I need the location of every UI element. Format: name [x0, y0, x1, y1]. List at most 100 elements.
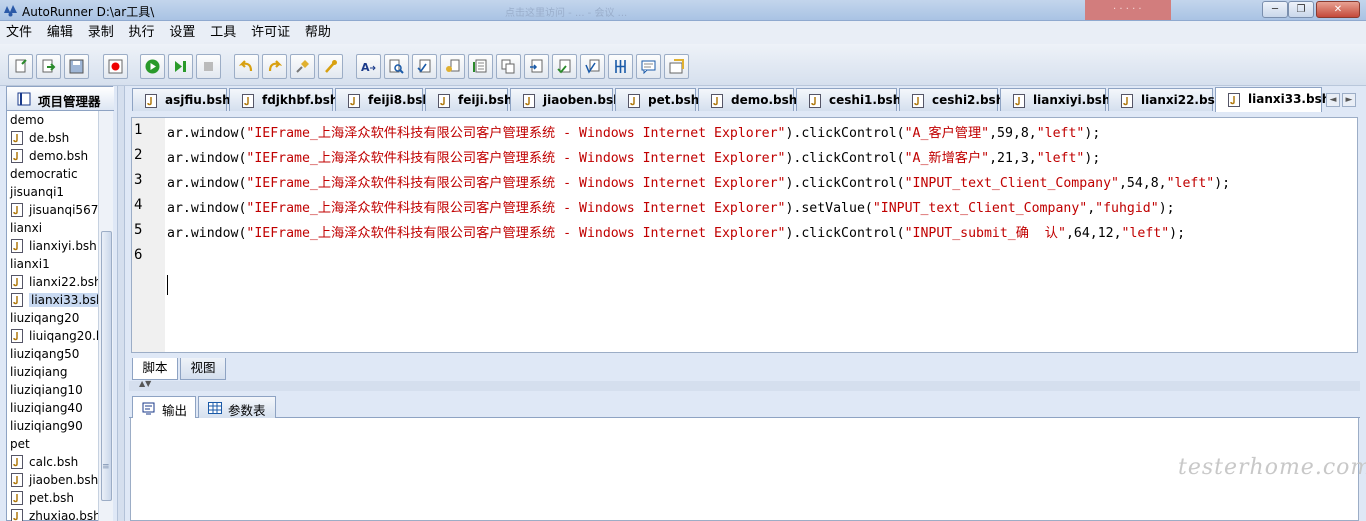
tab-scroll-right-button[interactable]: ►: [1342, 93, 1356, 107]
tree-item-label: pet: [10, 437, 30, 451]
script-file-icon: [348, 94, 360, 108]
validate-icon: [557, 59, 571, 74]
vertical-splitter[interactable]: [117, 86, 125, 521]
tree-file[interactable]: calc.bsh: [7, 453, 98, 471]
file-tab[interactable]: lianxiyi.bsh: [1000, 88, 1111, 111]
output-console[interactable]: [130, 418, 1359, 521]
file-tab[interactable]: jiaoben.bsh: [510, 88, 622, 111]
tree-item-label: liuziqang20: [10, 311, 80, 325]
menu-settings[interactable]: 设置: [163, 21, 200, 44]
redo-button[interactable]: [262, 54, 287, 79]
font-button[interactable]: A: [356, 54, 381, 79]
tree-file[interactable]: de.bsh: [7, 129, 98, 147]
record-button[interactable]: [103, 54, 128, 79]
scroll-grip-icon: ≡: [102, 462, 110, 472]
tree-file[interactable]: demo.bsh: [7, 147, 98, 165]
code-token: ).setValue(: [785, 201, 873, 216]
file-tab[interactable]: fdjkhbf.bsh: [229, 88, 338, 111]
file-tab[interactable]: lianxi22.bsh*: [1108, 88, 1230, 111]
tree-folder[interactable]: liuziqiang90: [7, 417, 98, 435]
tree-file[interactable]: lianxi22.bsh: [7, 273, 98, 291]
tree-folder[interactable]: liuziqang50: [7, 345, 98, 363]
tab-scroll-left-button[interactable]: ◄: [1326, 93, 1340, 107]
menu-run[interactable]: 执行: [123, 21, 160, 44]
pin-button[interactable]: [290, 54, 315, 79]
maximize-button[interactable]: ❐: [1288, 1, 1314, 18]
import-button[interactable]: [36, 54, 61, 79]
comment-button[interactable]: [636, 54, 661, 79]
script-file-icon: [11, 239, 23, 253]
menu-record[interactable]: 录制: [82, 21, 119, 44]
new-file-button[interactable]: [8, 54, 33, 79]
tree-folder[interactable]: liuziqiang10: [7, 381, 98, 399]
tab-view[interactable]: 视图: [180, 358, 226, 380]
stop-button[interactable]: [196, 54, 221, 79]
tree-folder[interactable]: demo: [7, 111, 98, 129]
menu-edit[interactable]: 编辑: [41, 21, 78, 44]
output-tab-label: 输出: [162, 403, 188, 418]
project-manager-tab[interactable]: 项目管理器: [7, 87, 114, 111]
tree-file[interactable]: lianxiyi.bsh: [7, 237, 98, 255]
key-button[interactable]: [440, 54, 465, 79]
menu-tools[interactable]: 工具: [204, 21, 241, 44]
find-button[interactable]: [384, 54, 409, 79]
splitter-arrows-icon[interactable]: ▲▼: [139, 379, 151, 388]
tab-output[interactable]: 输出: [132, 396, 196, 419]
project-tree-scrollbar[interactable]: ≡: [98, 111, 113, 521]
validate-button[interactable]: [552, 54, 577, 79]
list-icon: [473, 59, 487, 73]
file-tab[interactable]: feiji.bsh: [425, 88, 513, 111]
check-button[interactable]: [412, 54, 437, 79]
tree-folder[interactable]: liuziqang20: [7, 309, 98, 327]
close-button[interactable]: ✕: [1316, 1, 1360, 18]
tree-file[interactable]: pet.bsh: [7, 489, 98, 507]
script-file-icon: [912, 94, 924, 108]
save-button[interactable]: [64, 54, 89, 79]
menu-help[interactable]: 帮助: [299, 21, 336, 44]
code-editor[interactable]: 123456 ar.window("IEFrame_上海泽众软件科技有限公司客户…: [131, 117, 1358, 353]
minimize-button[interactable]: ─: [1262, 1, 1288, 18]
run-step-button[interactable]: [168, 54, 193, 79]
undo-button[interactable]: [234, 54, 259, 79]
code-token: ar.window(: [167, 151, 247, 166]
tree-file[interactable]: jisuanqi567.: [7, 201, 98, 219]
code-token: ).clickControl(: [785, 151, 905, 166]
list-button[interactable]: [468, 54, 493, 79]
tools-button[interactable]: [318, 54, 343, 79]
tab-script[interactable]: 脚本: [132, 358, 178, 380]
tree-folder[interactable]: liuziqiang: [7, 363, 98, 381]
file-tab[interactable]: ceshi2.bsh: [899, 88, 1004, 111]
tree-folder[interactable]: lianxi: [7, 219, 98, 237]
menu-file[interactable]: 文件: [0, 21, 37, 44]
file-tab[interactable]: asjfiu.bsh: [132, 88, 231, 111]
tree-file[interactable]: zhuxiao.bsh: [7, 507, 98, 521]
menu-license[interactable]: 许可证: [245, 21, 295, 44]
tree-file[interactable]: jiaoben.bsh: [7, 471, 98, 489]
tree-folder[interactable]: lianxi1: [7, 255, 98, 273]
string-literal: "IEFrame_上海泽众软件科技有限公司客户管理系统 - Windows In…: [246, 226, 786, 241]
project-tree: demo de.bsh demo.bsh democratic jisuanqi1 jis…: [7, 111, 98, 521]
tree-file[interactable]: lianxi33.bsh: [7, 291, 98, 309]
file-tab[interactable]: demo.bsh: [698, 88, 797, 111]
run-button[interactable]: [140, 54, 165, 79]
horizontal-splitter[interactable]: ▲▼: [129, 379, 1360, 391]
string-literal: "left": [1036, 126, 1085, 141]
tree-file[interactable]: liuiqang20.b: [7, 327, 98, 345]
file-tab[interactable]: lianxi33.bsh: [1215, 87, 1330, 112]
select-button[interactable]: [580, 54, 605, 79]
export-button[interactable]: [524, 54, 549, 79]
file-tab[interactable]: ceshi1.bsh: [796, 88, 901, 111]
split-button[interactable]: [608, 54, 633, 79]
step-run-icon: [175, 61, 186, 72]
file-tab[interactable]: pet.bsh: [615, 88, 699, 111]
file-tab[interactable]: feiji8.bsh: [335, 88, 431, 111]
tree-folder[interactable]: pet: [7, 435, 98, 453]
tree-folder[interactable]: liuziqiang40: [7, 399, 98, 417]
config-button[interactable]: [664, 54, 689, 79]
tab-parameters[interactable]: 参数表: [198, 396, 276, 419]
copy-button[interactable]: [496, 54, 521, 79]
tree-folder[interactable]: democratic: [7, 165, 98, 183]
tree-folder[interactable]: jisuanqi1: [7, 183, 98, 201]
scrollbar-thumb[interactable]: [101, 231, 112, 501]
code-token: ,21,3,: [989, 151, 1037, 166]
